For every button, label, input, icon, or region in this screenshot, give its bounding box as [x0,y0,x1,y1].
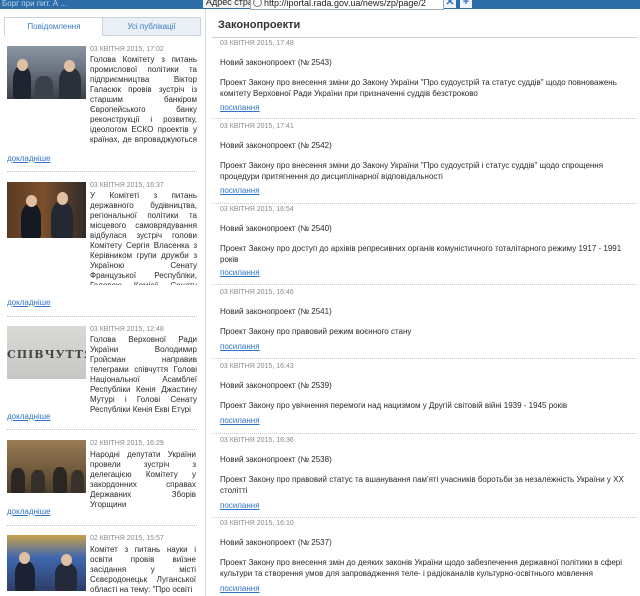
more-link[interactable]: докладніше [7,154,51,163]
more-link[interactable]: докладніше [7,412,51,421]
news-photo[interactable] [7,440,86,493]
news-date: 03 КВІТНЯ 2015, 16:37 [90,182,164,189]
add-icon[interactable]: + [460,0,472,8]
bill-link[interactable]: посилання [220,584,260,593]
bill-date: 03 КВІТНЯ 2015, 16:36 [220,437,294,444]
bill-description: Проект Закону про доступ до архівів репр… [220,244,622,264]
news-item: 02 КВІТНЯ 2015, 15:57 Комітет з питань н… [7,535,197,596]
divider [212,118,637,119]
bill-item: 03 КВІТНЯ 2015, 17:41 Новий законопроект… [212,123,637,204]
divider [7,429,197,430]
divider [7,171,197,172]
bill-link[interactable]: посилання [220,342,260,351]
tab-messages[interactable]: Повідомлення [4,17,104,36]
bill-description: Проект Закону про внесення змін до деяки… [220,558,623,578]
divider [212,284,637,285]
tab-all-publications[interactable]: Усі публікації [102,17,201,36]
divider [212,358,637,359]
bill-number: Новий законопроект (№ 2541) [220,307,332,316]
news-text: Комітет з питань науки і освіти провів в… [90,545,196,594]
browser-tab-title: Борг при пит. А ... [2,0,68,8]
bill-description: Проект Закону про внесення зміни до Зако… [220,161,604,181]
condolence-image-text: СПІВЧУТТЯ [7,348,86,361]
bill-number: Новий законопроект (№ 2543) [220,58,332,67]
bill-number: Новий законопроект (№ 2539) [220,381,332,390]
bill-date: 03 КВІТНЯ 2015, 17:48 [220,40,294,47]
bill-link[interactable]: посилання [220,268,260,277]
news-date: 02 КВІТНЯ 2015, 15:57 [90,535,164,542]
bill-item: 03 КВІТНЯ 2015, 16:43 Новий законопроект… [212,363,637,434]
divider [7,525,197,526]
title-underline [212,37,637,38]
bill-number: Новий законопроект (№ 2537) [220,538,332,547]
bill-link[interactable]: посилання [220,416,260,425]
more-link[interactable]: докладніше [7,507,51,516]
bill-description: Проект Закону про правовий режим воєнног… [220,327,412,336]
bill-number: Новий законопроект (№ 2542) [220,141,332,150]
news-date: 03 КВІТНЯ 2015, 12:48 [90,326,164,333]
news-date: 03 КВІТНЯ 2015, 17:02 [90,46,164,53]
bill-link[interactable]: посилання [220,186,260,195]
bill-description: Проект Закону про увічнення перемоги над… [220,401,568,410]
page-title: Законопроекти [218,19,301,31]
bill-description: Проект Закону про правовий статус та вша… [220,475,624,495]
divider [212,517,637,518]
bill-item: 03 КВІТНЯ 2015, 16:10 Новий законопроект… [212,520,637,596]
bill-number: Новий законопроект (№ 2540) [220,224,332,233]
news-text: Народні депутати України провели зустріч… [90,450,196,509]
close-icon[interactable]: ✕ [444,0,456,8]
bill-date: 03 КВІТНЯ 2015, 16:10 [220,520,294,527]
bill-date: 03 КВІТНЯ 2015, 17:41 [220,123,294,130]
news-tabs: Повідомлення Усі публікації [4,17,201,36]
news-text: Голова Комітету з питань промислової пол… [90,55,197,144]
bill-item: 03 КВІТНЯ 2015, 17:48 Новий законопроект… [212,40,637,120]
news-photo[interactable] [7,182,86,238]
divider [212,433,637,434]
bill-number: Новий законопроект (№ 2538) [220,455,332,464]
news-photo[interactable] [7,535,86,591]
news-photo[interactable] [7,46,86,99]
news-photo[interactable]: СПІВЧУТТЯ [7,326,86,379]
bill-item: 03 КВІТНЯ 2015, 16:46 Новий законопроект… [212,289,637,359]
bill-item: 03 КВІТНЯ 2015, 16:36 Новий законопроект… [212,437,637,518]
address-url: http://iportal.rada.gov.ua/news/zp/page/… [264,0,426,8]
more-link[interactable]: докладніше [7,298,51,307]
bill-link[interactable]: посилання [220,501,260,510]
news-text: У Комітеті з питань державного будівницт… [90,191,197,285]
divider [212,203,637,204]
news-date: 02 КВІТНЯ 2015, 16:29 [90,440,164,447]
bills-panel: Законопроекти 03 КВІТНЯ 2015, 17:48 Нови… [212,9,640,596]
divider [7,316,197,317]
bill-item: 03 КВІТНЯ 2015, 16:54 Новий законопроект… [212,206,637,286]
bill-link[interactable]: посилання [220,103,260,112]
news-text: Голова Верховної Ради України Володимир … [90,335,197,413]
globe-icon [253,0,262,7]
bill-date: 03 КВІТНЯ 2015, 16:54 [220,206,294,213]
bill-description: Проект Закону про внесення зміни до Зако… [220,78,617,98]
bill-date: 03 КВІТНЯ 2015, 16:46 [220,289,294,296]
bill-date: 03 КВІТНЯ 2015, 16:43 [220,363,294,370]
